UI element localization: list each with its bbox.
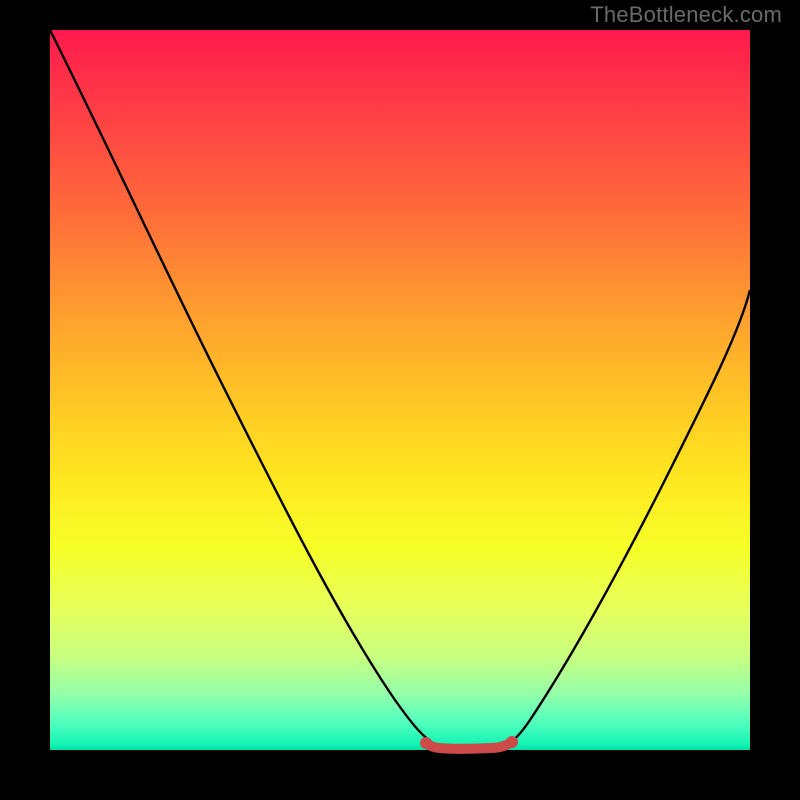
baseline-end-right-dot bbox=[506, 736, 518, 748]
baseline-end-left-dot bbox=[420, 737, 432, 749]
optimal-range-baseline bbox=[426, 742, 512, 749]
curve-layer bbox=[50, 30, 750, 750]
bottleneck-curve bbox=[50, 30, 750, 748]
chart-frame: TheBottleneck.com bbox=[0, 0, 800, 800]
plot-area bbox=[50, 30, 750, 750]
watermark-text: TheBottleneck.com bbox=[590, 2, 782, 28]
